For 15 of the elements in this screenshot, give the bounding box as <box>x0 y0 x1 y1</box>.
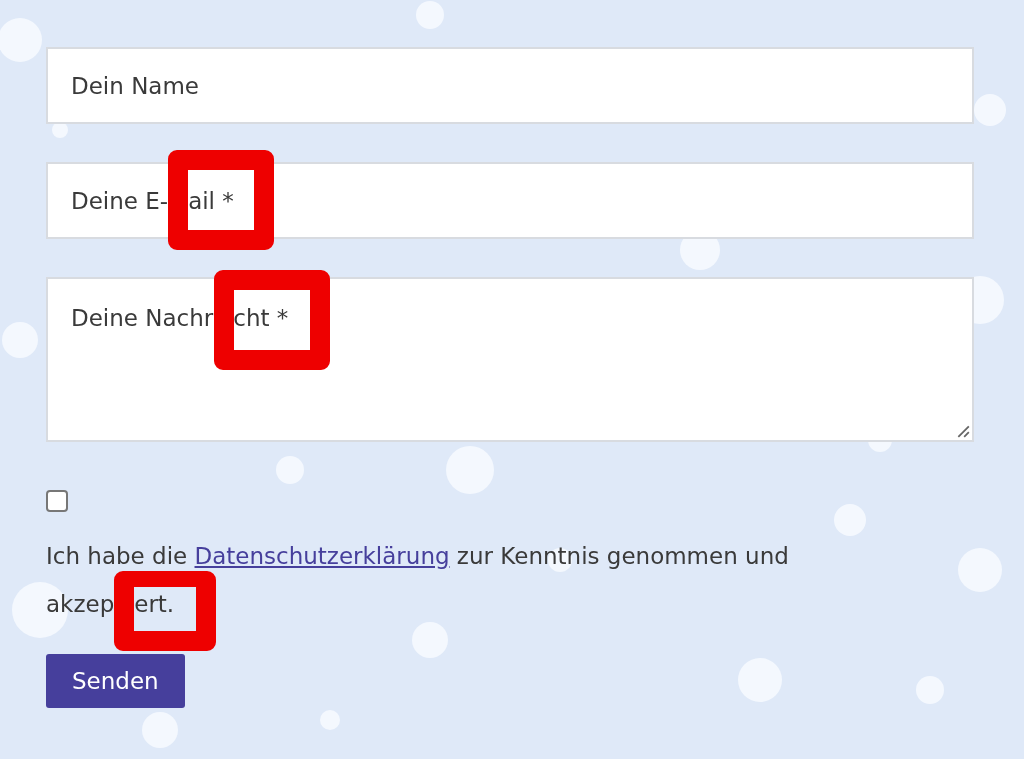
send-button[interactable]: Senden <box>46 654 185 708</box>
placeholder-text: Deine Nachr <box>71 305 214 331</box>
resize-handle-icon[interactable] <box>956 424 970 438</box>
text-field[interactable]: Deine E- ail * <box>46 162 974 239</box>
consent-checkbox[interactable] <box>46 490 68 512</box>
placeholder-text: cht * <box>233 305 289 331</box>
text-field[interactable]: Dein Name <box>46 47 974 124</box>
placeholder-text: Deine E- <box>71 187 169 214</box>
placeholder-text: Dein Name <box>71 72 199 99</box>
consent-text: ert. <box>134 590 175 619</box>
privacy-link[interactable]: Datenschutzerklärung <box>194 543 450 569</box>
consent-text: Ich habe die Datenschutzerklärung zur Kenntnis genommen und <box>46 542 790 571</box>
consent-text: akzep <box>46 590 115 619</box>
placeholder-text: ail * <box>188 187 234 214</box>
message-field[interactable]: Deine Nachr cht * <box>46 277 974 442</box>
